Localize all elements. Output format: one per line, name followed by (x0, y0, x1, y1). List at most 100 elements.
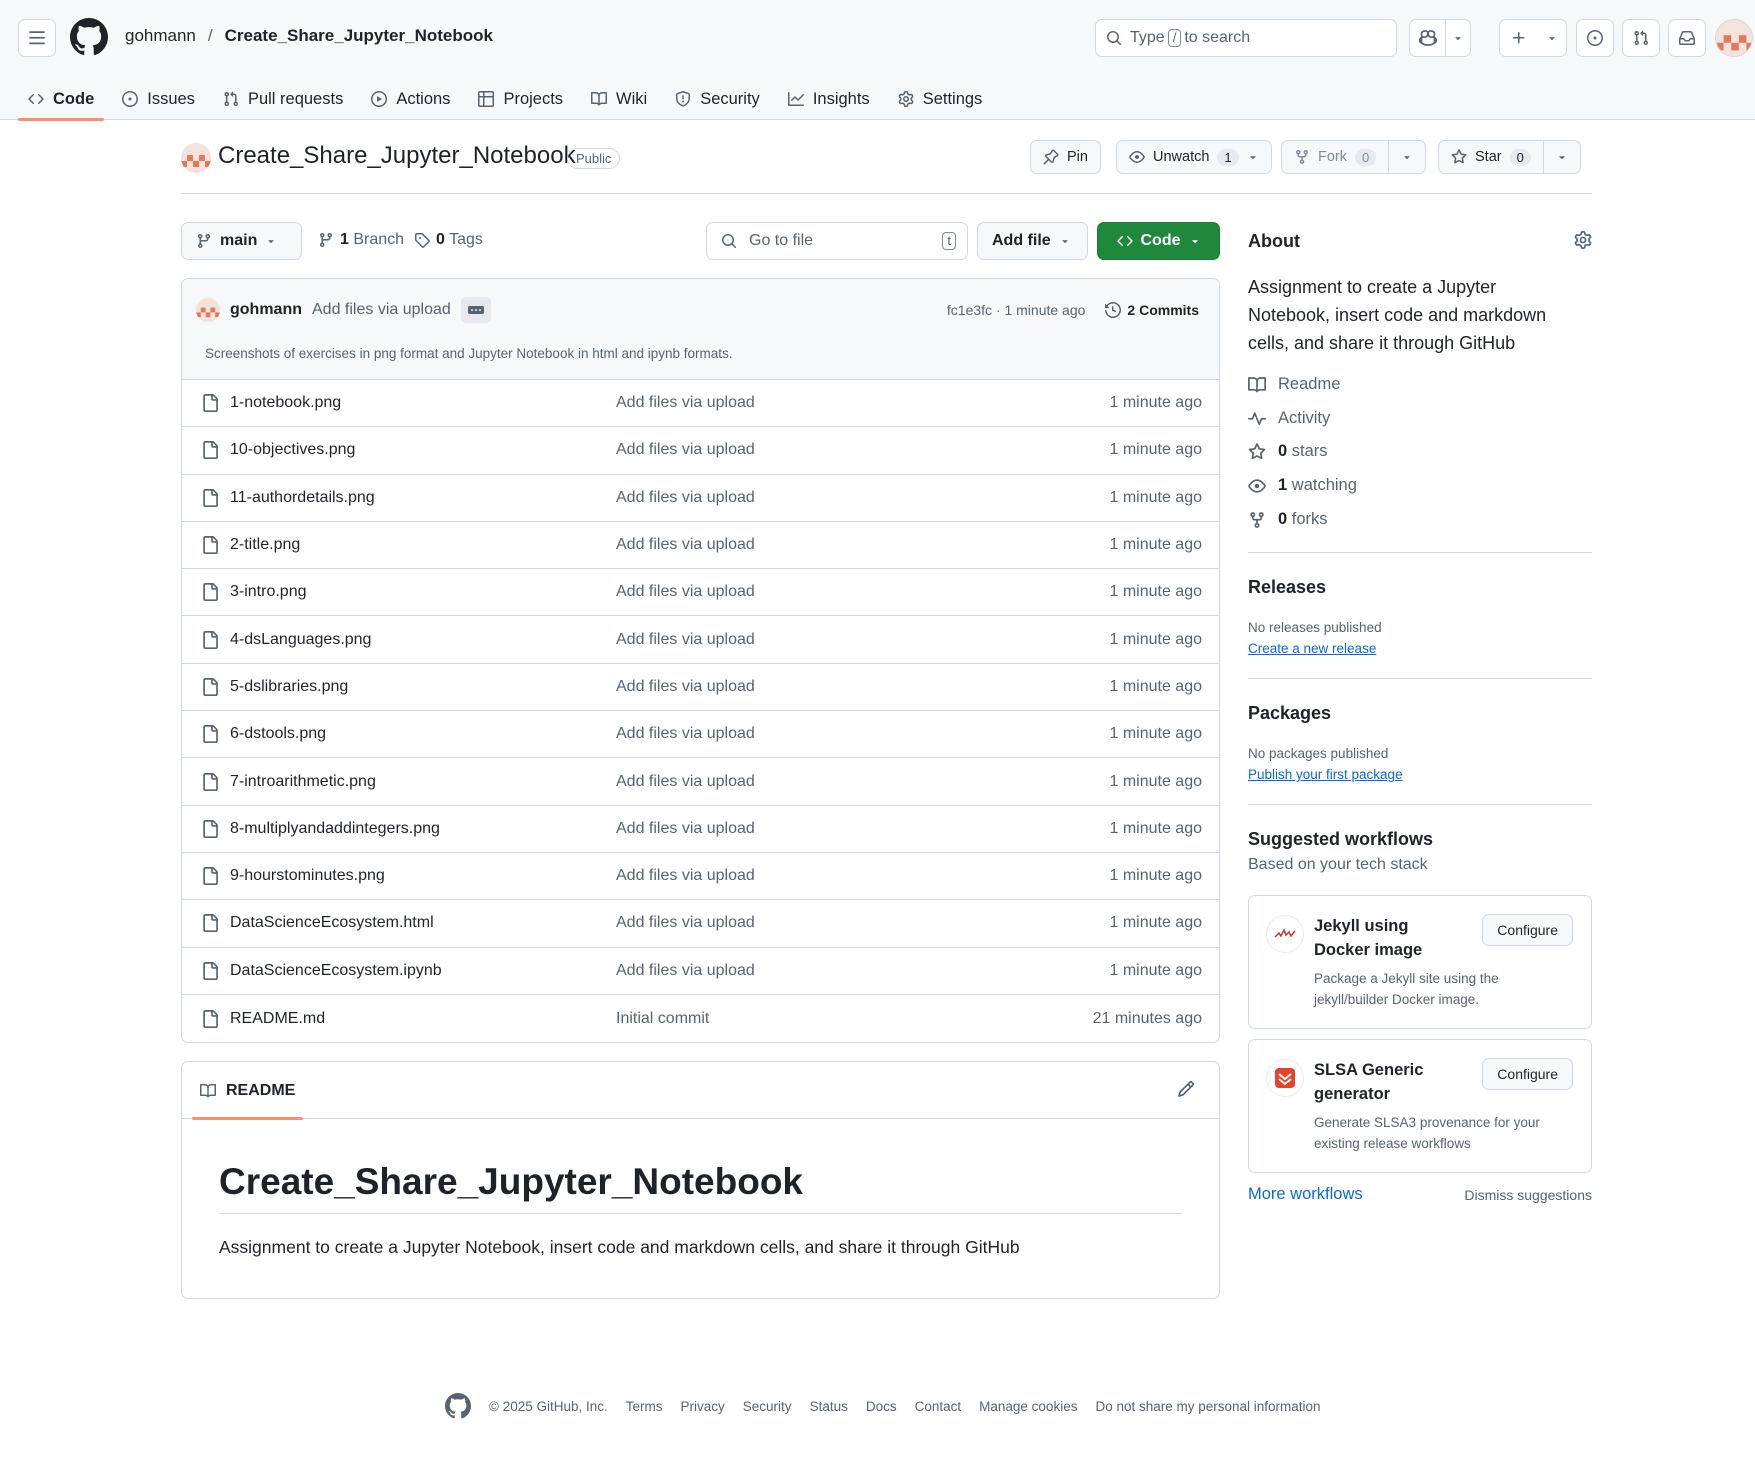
file-row[interactable]: README.md Initial commit 21 minutes ago (182, 995, 1219, 1042)
file-name[interactable]: README.md (230, 1010, 325, 1028)
repo-title[interactable]: Create_Share_Jupyter_Notebook (218, 142, 576, 170)
tab-security[interactable]: Security (665, 78, 770, 120)
file-commit-message[interactable]: Add files via upload (616, 394, 755, 412)
menu-button[interactable] (18, 19, 56, 57)
file-commit-message[interactable]: Add files via upload (616, 725, 755, 743)
footer-link[interactable]: Terms (626, 1399, 663, 1414)
file-name[interactable]: 3-intro.png (230, 583, 307, 601)
commit-message[interactable]: Add files via upload (312, 301, 451, 319)
file-row[interactable]: 1-notebook.png Add files via upload 1 minu… (182, 380, 1219, 428)
commit-expand-button[interactable] (460, 297, 491, 323)
global-search[interactable]: Type / to search (1095, 19, 1397, 57)
file-row[interactable]: 4-dsLanguages.png Add files via upload 1 m… (182, 616, 1219, 664)
file-name[interactable]: 11-authordetails.png (230, 489, 375, 507)
footer-link[interactable]: Docs (866, 1399, 897, 1414)
add-file-button[interactable]: Add file (977, 222, 1088, 260)
file-row[interactable]: 6-dstools.png Add files via upload 1 minut… (182, 711, 1219, 759)
pull-requests-shortcut-button[interactable] (1622, 19, 1660, 57)
tab-code[interactable]: Code (18, 78, 105, 121)
footer-link[interactable]: Privacy (681, 1399, 725, 1414)
file-commit-message[interactable]: Add files via upload (616, 914, 755, 932)
inbox-button[interactable] (1668, 19, 1706, 57)
dismiss-suggestions-link[interactable]: Dismiss suggestions (1464, 1187, 1592, 1203)
pin-button[interactable]: Pin (1030, 140, 1101, 174)
user-avatar[interactable] (1715, 19, 1753, 57)
footer-link[interactable]: Security (743, 1399, 792, 1414)
tab-actions[interactable]: Actions (361, 78, 460, 120)
tab-settings[interactable]: Settings (888, 78, 993, 120)
commit-author-avatar[interactable] (196, 298, 220, 322)
watching-link[interactable]: 1 watching (1248, 476, 1357, 495)
tab-wiki[interactable]: Wiki (581, 78, 657, 120)
file-commit-message[interactable]: Add files via upload (616, 536, 755, 554)
tab-projects[interactable]: Projects (468, 78, 573, 120)
file-row[interactable]: 7-introarithmetic.png Add files via uploa… (182, 758, 1219, 806)
fork-button[interactable]: Fork 0 (1281, 140, 1427, 174)
configure-button[interactable]: Configure (1482, 1058, 1573, 1090)
star-button[interactable]: Star 0 (1438, 140, 1581, 174)
stars-link[interactable]: 0 stars (1248, 442, 1328, 461)
file-commit-message[interactable]: Add files via upload (616, 773, 755, 791)
activity-link[interactable]: Activity (1248, 409, 1330, 428)
file-commit-message[interactable]: Add files via upload (616, 820, 755, 838)
file-commit-message[interactable]: Initial commit (616, 1010, 709, 1028)
owner-avatar[interactable] (181, 143, 211, 173)
commit-hash-time[interactable]: fc1e3fc · 1 minute ago (947, 302, 1086, 318)
file-commit-message[interactable]: Add files via upload (616, 631, 755, 649)
packages-title[interactable]: Packages (1248, 703, 1331, 724)
footer-link[interactable]: Status (810, 1399, 848, 1414)
file-name[interactable]: 6-dstools.png (230, 725, 326, 743)
commits-link[interactable]: 2 Commits (1105, 302, 1199, 318)
watch-button[interactable]: Unwatch 1 (1116, 140, 1272, 174)
about-settings-button[interactable] (1574, 231, 1592, 249)
file-name[interactable]: 9-hourstominutes.png (230, 867, 385, 885)
file-name[interactable]: 1-notebook.png (230, 394, 341, 412)
tab-insights[interactable]: Insights (778, 78, 880, 120)
go-to-file-input[interactable]: Go to file t (706, 222, 968, 260)
file-name[interactable]: 8-multiplyandaddintegers.png (230, 820, 440, 838)
file-commit-message[interactable]: Add files via upload (616, 867, 755, 885)
file-row[interactable]: 2-title.png Add files via upload 1 minute … (182, 522, 1219, 570)
publish-package-link[interactable]: Publish your first package (1248, 767, 1403, 782)
readme-tab[interactable]: README (192, 1062, 304, 1120)
file-name[interactable]: DataScienceEcosystem.html (230, 914, 434, 932)
footer-link[interactable]: Manage cookies (979, 1399, 1077, 1414)
file-row[interactable]: 5-dslibraries.png Add files via upload 1 m… (182, 664, 1219, 712)
file-row[interactable]: 10-objectives.png Add files via upload 1 m… (182, 427, 1219, 475)
file-commit-message[interactable]: Add files via upload (616, 962, 755, 980)
file-name[interactable]: 7-introarithmetic.png (230, 773, 376, 791)
file-row[interactable]: 9-hourstominutes.png Add files via upload… (182, 853, 1219, 901)
tab-pull-requests[interactable]: Pull requests (213, 78, 353, 120)
releases-title[interactable]: Releases (1248, 577, 1326, 598)
forks-link[interactable]: 0 forks (1248, 510, 1328, 529)
file-commit-message[interactable]: Add files via upload (616, 489, 755, 507)
file-name[interactable]: DataScienceEcosystem.ipynb (230, 962, 442, 980)
file-commit-message[interactable]: Add files via upload (616, 441, 755, 459)
configure-button[interactable]: Configure (1482, 914, 1573, 946)
file-name[interactable]: 5-dslibraries.png (230, 678, 348, 696)
repo-link[interactable]: Create_Share_Jupyter_Notebook (225, 26, 493, 46)
issues-shortcut-button[interactable] (1576, 19, 1614, 57)
create-new-button[interactable] (1499, 19, 1567, 57)
commit-author[interactable]: gohmann (230, 301, 302, 319)
file-commit-message[interactable]: Add files via upload (616, 583, 755, 601)
branch-selector[interactable]: main (181, 222, 302, 260)
file-name[interactable]: 10-objectives.png (230, 441, 355, 459)
more-workflows-link[interactable]: More workflows (1248, 1185, 1363, 1204)
create-release-link[interactable]: Create a new release (1248, 641, 1376, 656)
branches-link[interactable]: 1 Branch (318, 231, 404, 249)
code-dropdown-button[interactable]: Code (1097, 222, 1220, 260)
file-row[interactable]: 3-intro.png Add files via upload 1 minute … (182, 569, 1219, 617)
github-logo-icon[interactable] (70, 18, 108, 56)
readme-link[interactable]: Readme (1248, 375, 1340, 394)
copilot-button[interactable] (1409, 19, 1471, 57)
footer-link[interactable]: Do not share my personal information (1095, 1399, 1320, 1414)
file-row[interactable]: DataScienceEcosystem.html Add files via u… (182, 900, 1219, 948)
edit-readme-button[interactable] (1177, 1080, 1195, 1098)
file-row[interactable]: 8-multiplyandaddintegers.png Add files vi… (182, 806, 1219, 853)
tags-link[interactable]: 0 Tags (414, 231, 483, 249)
owner-link[interactable]: gohmann (125, 26, 196, 46)
file-row[interactable]: DataScienceEcosystem.ipynb Add files via … (182, 948, 1219, 995)
tab-issues[interactable]: Issues (112, 78, 205, 120)
file-commit-message[interactable]: Add files via upload (616, 678, 755, 696)
